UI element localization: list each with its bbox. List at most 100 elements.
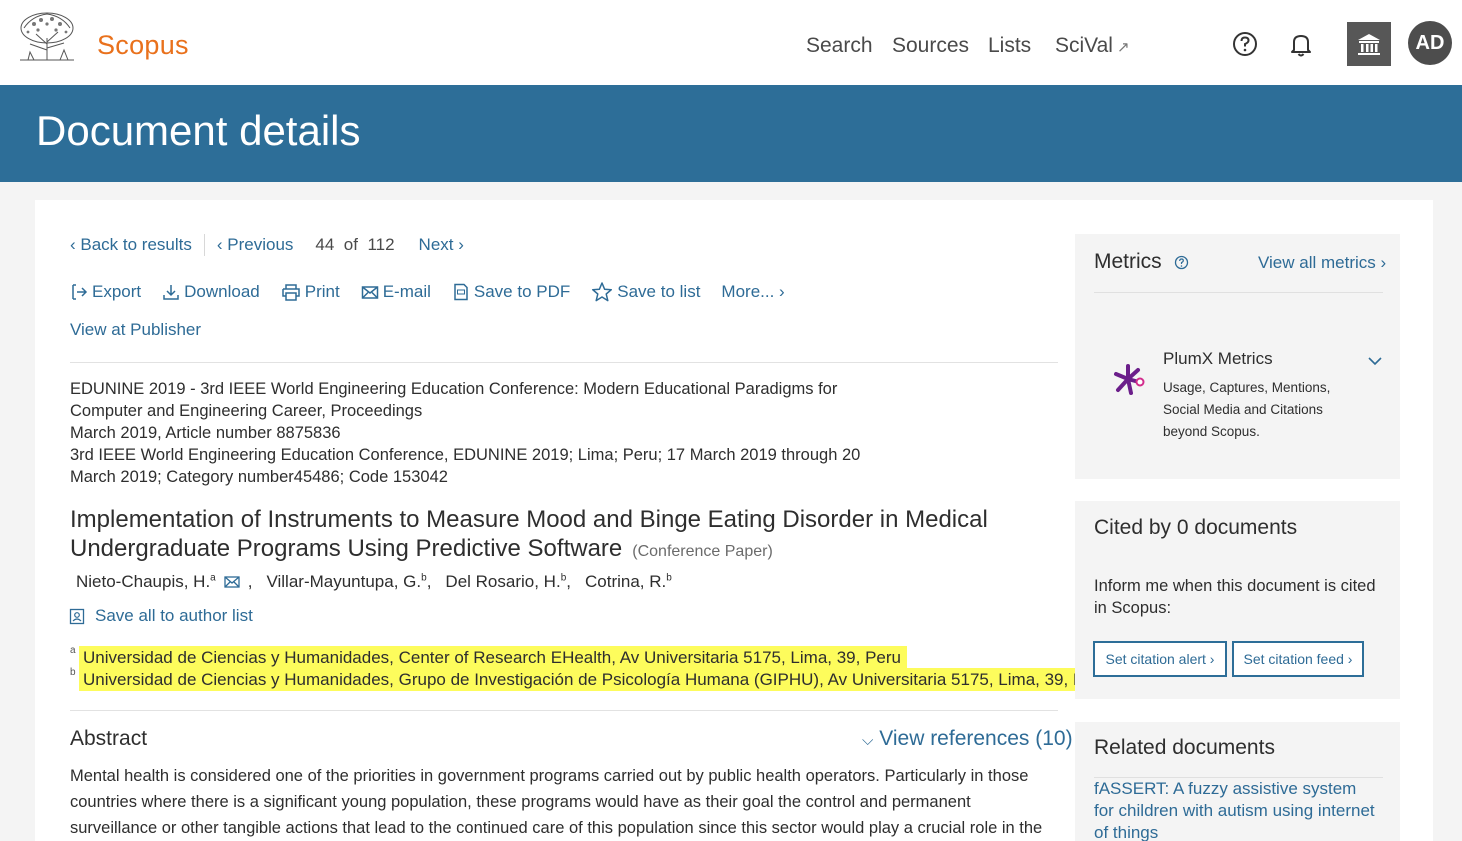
print-label: Print xyxy=(304,282,340,301)
nav-scival-label: SciVal xyxy=(1055,34,1113,57)
author-list-icon xyxy=(69,608,85,625)
view-at-publisher-link[interactable]: View at Publisher xyxy=(70,320,201,340)
cited-by-card: Cited by 0 documents Inform me when this… xyxy=(1075,501,1400,699)
affiliation-mark: a xyxy=(70,645,76,656)
total-count: 112 xyxy=(367,235,395,254)
help-icon[interactable] xyxy=(1231,30,1259,58)
source-line: March 2019; Category number45486; Code 1… xyxy=(70,468,448,486)
previous-link[interactable]: ‹ Previous xyxy=(217,235,294,255)
save-all-to-author-list-link[interactable]: Save all to author list xyxy=(69,606,253,626)
elsevier-tree-logo[interactable] xyxy=(16,10,78,64)
source-line: Computer and Engineering Career, Proceed… xyxy=(70,402,423,420)
nav-lists[interactable]: Lists xyxy=(988,34,1031,58)
affiliation-text: Universidad de Ciencias y Humanidades, G… xyxy=(79,668,1115,691)
set-citation-alert-button[interactable]: Set citation alert › xyxy=(1093,641,1227,677)
page-banner: Document details xyxy=(0,85,1462,182)
affiliation-mark: b xyxy=(70,667,76,678)
pdf-icon xyxy=(454,283,468,301)
back-to-results-link[interactable]: ‹ Back to results xyxy=(70,235,192,255)
author-link[interactable]: Cotrina, R.b xyxy=(585,572,672,592)
affiliation-mark: b xyxy=(666,572,672,584)
feed-label: Set citation feed xyxy=(1243,651,1344,667)
save-pdf-label: Save to PDF xyxy=(473,282,571,301)
divider xyxy=(70,710,1058,711)
next-link[interactable]: Next › xyxy=(419,235,464,255)
source-line: March 2019, Article number 8875836 xyxy=(70,424,341,442)
metrics-card: Metrics View all metrics › PlumX Metrics… xyxy=(1075,234,1400,479)
affiliation-text: Universidad de Ciencias y Humanidades, C… xyxy=(79,646,907,669)
external-link-icon: ↗ xyxy=(1116,39,1130,56)
divider xyxy=(203,234,205,256)
related-heading: Related documents xyxy=(1094,736,1275,759)
author-separator: , xyxy=(566,572,571,591)
author-separator: , xyxy=(426,572,432,591)
nav-scival[interactable]: SciVal ↗ xyxy=(1055,34,1130,58)
of-label: of xyxy=(343,235,358,254)
chevron-down-icon: ⌵ xyxy=(862,732,874,749)
email-button[interactable]: E-mail xyxy=(361,282,431,302)
author-name: Nieto-Chaupis, H. xyxy=(76,572,211,591)
document-title-block: Implementation of Instruments to Measure… xyxy=(70,505,1060,566)
scopus-brand[interactable]: Scopus xyxy=(97,30,189,61)
cited-by-heading: Cited by 0 documents xyxy=(1094,516,1298,539)
nav-search[interactable]: Search xyxy=(806,34,873,58)
divider xyxy=(1094,292,1383,293)
export-label: Export xyxy=(92,282,142,301)
more-label: More... xyxy=(721,282,775,301)
set-citation-feed-button[interactable]: Set citation feed › xyxy=(1232,641,1364,677)
source-info: EDUNINE 2019 - 3rd IEEE World Engineerin… xyxy=(70,378,870,488)
result-counter: 44 of 112 xyxy=(315,235,394,255)
export-icon xyxy=(72,284,88,300)
institution-glyph xyxy=(1358,34,1380,55)
document-title: Implementation of Instruments to Measure… xyxy=(70,506,988,562)
save-to-list-button[interactable]: Save to list xyxy=(591,281,700,303)
view-references-link[interactable]: ⌵ View references (10) xyxy=(862,727,1073,751)
export-button[interactable]: Export xyxy=(70,282,141,302)
save-pdf-button[interactable]: Save to PDF xyxy=(452,282,570,302)
save-to-list-label: Save to list xyxy=(617,282,701,301)
metrics-heading: Metrics xyxy=(1094,250,1189,274)
nav-sources[interactable]: Sources xyxy=(892,34,969,58)
back-label: Back to results xyxy=(80,235,192,254)
results-nav: ‹ Back to results ‹ Previous 44 of 112 N… xyxy=(70,234,464,256)
related-documents-card: Related documents fASSERT: A fuzzy assis… xyxy=(1075,722,1400,841)
cited-by-text: Inform me when this document is cited in… xyxy=(1094,577,1376,617)
save-author-label: Save all to author list xyxy=(95,606,253,625)
source-line: 3rd IEEE World Engineering Education Con… xyxy=(70,446,861,464)
email-icon xyxy=(361,286,378,299)
author-link[interactable]: Nieto-Chaupis, H.a xyxy=(76,572,216,592)
email-author-icon[interactable] xyxy=(224,575,242,589)
plumx-description: Usage, Captures, Mentions, Social Media … xyxy=(1163,380,1331,439)
page-title: Document details xyxy=(36,107,361,154)
print-button[interactable]: Print xyxy=(281,282,340,302)
affiliation-a: a Universidad de Ciencias y Humanidades, … xyxy=(70,645,907,669)
view-references-label: View references (10) xyxy=(879,727,1073,750)
print-icon xyxy=(282,284,300,301)
plumx-icon xyxy=(1114,364,1145,395)
bell-icon[interactable] xyxy=(1287,30,1315,58)
help-icon[interactable] xyxy=(1174,255,1189,270)
star-icon xyxy=(592,282,613,302)
more-button[interactable]: More... › xyxy=(721,282,784,302)
plumx-title[interactable]: PlumX Metrics xyxy=(1163,349,1273,369)
chevron-down-icon[interactable] xyxy=(1367,354,1383,368)
source-line: EDUNINE 2019 - 3rd IEEE World Engineerin… xyxy=(70,380,838,398)
institution-icon[interactable] xyxy=(1347,22,1391,66)
top-bar: Scopus Search Sources Lists SciVal ↗ AD xyxy=(0,0,1462,85)
abstract-heading: Abstract xyxy=(70,727,148,750)
author-list: Nieto-Chaupis, H.a , Villar-Mayuntupa, G… xyxy=(76,572,672,592)
author-link[interactable]: Del Rosario, H.b xyxy=(445,572,566,592)
actions-toolbar: Export Download Print E-mail Save to PDF… xyxy=(70,280,806,304)
view-all-metrics-link[interactable]: View all metrics › xyxy=(1258,253,1386,273)
related-document-link[interactable]: fASSERT: A fuzzy assistive system for ch… xyxy=(1094,778,1379,841)
author-link[interactable]: Villar-Mayuntupa, G.b xyxy=(266,572,426,592)
previous-label: Previous xyxy=(227,235,294,254)
affiliation-mark: a xyxy=(210,572,216,584)
download-button[interactable]: Download xyxy=(162,282,260,302)
affiliation-b: b Universidad de Ciencias y Humanidades, … xyxy=(70,667,1115,691)
user-avatar[interactable]: AD xyxy=(1408,21,1452,65)
current-index: 44 xyxy=(315,235,335,254)
email-label: E-mail xyxy=(382,282,431,301)
divider xyxy=(70,362,1058,363)
author-name: Cotrina, R. xyxy=(584,572,667,591)
